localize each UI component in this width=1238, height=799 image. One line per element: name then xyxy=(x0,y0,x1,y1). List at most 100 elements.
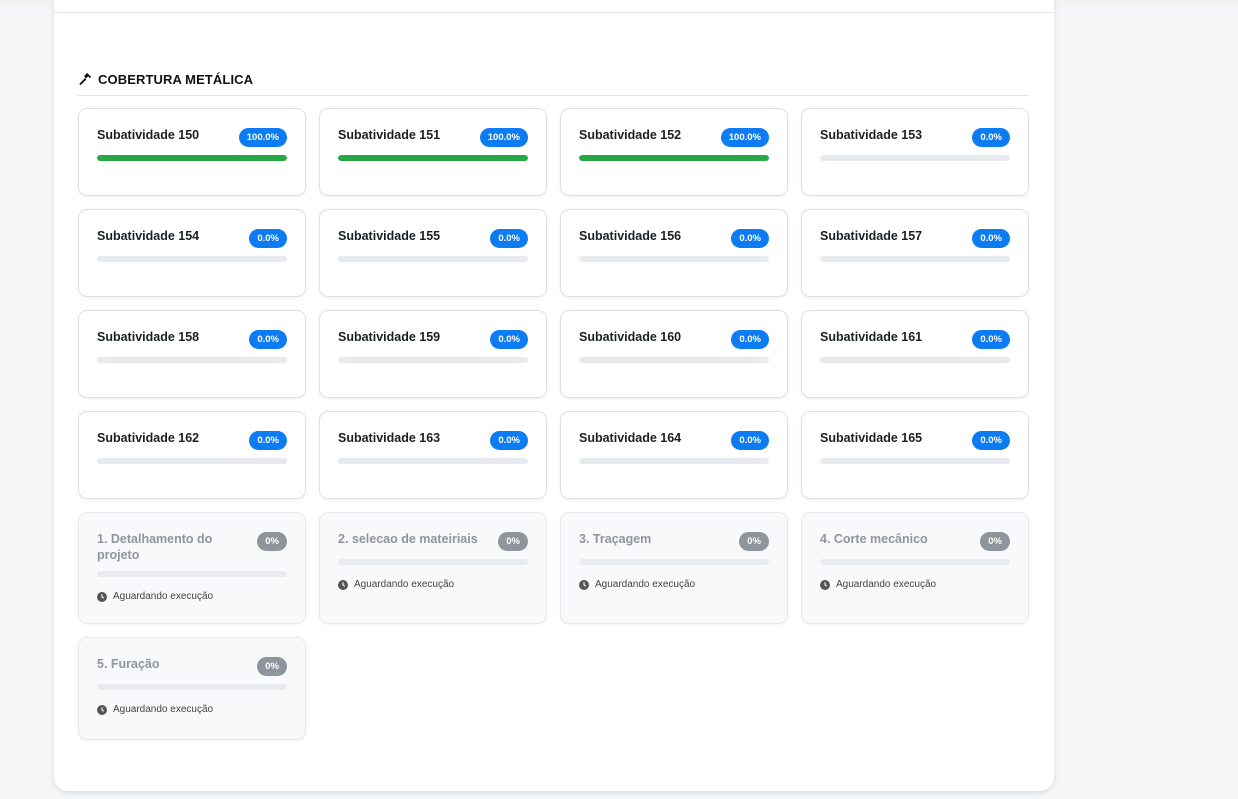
step-card[interactable]: 4. Corte mecânico 0% Aguardando execução xyxy=(801,512,1029,624)
progress-badge: 0.0% xyxy=(972,330,1010,349)
divider xyxy=(54,12,1054,13)
progress-badge: 0.0% xyxy=(731,431,769,450)
clock-icon xyxy=(579,579,589,590)
step-title: 5. Furação xyxy=(97,657,160,671)
progress-bar xyxy=(579,256,769,262)
progress-bar xyxy=(579,559,769,565)
progress-fill xyxy=(338,155,528,161)
card-title: Subatividade 164 xyxy=(579,431,682,445)
step-card[interactable]: 1. Detalhamento do projeto 0% Aguardando e… xyxy=(78,512,306,624)
status-text: Aguardando execução xyxy=(836,579,937,590)
subactivity-card[interactable]: Subatividade 160 0.0% xyxy=(560,310,788,398)
card-title: Subatividade 153 xyxy=(820,128,923,142)
progress-bar xyxy=(97,155,287,161)
status-text: Aguardando execução xyxy=(354,579,455,590)
card-title: Subatividade 151 xyxy=(338,128,441,142)
card-title: Subatividade 158 xyxy=(97,330,200,344)
clock-icon xyxy=(97,591,107,602)
status-row: Aguardando execução xyxy=(820,579,1010,590)
card-title: Subatividade 155 xyxy=(338,229,441,243)
progress-badge: 100.0% xyxy=(720,128,769,147)
card-title: Subatividade 163 xyxy=(338,431,441,445)
progress-badge: 0.0% xyxy=(490,330,528,349)
clock-icon xyxy=(338,579,348,590)
step-badge: 0% xyxy=(980,532,1010,551)
progress-badge: 0.0% xyxy=(731,229,769,248)
progress-fill xyxy=(97,155,287,161)
subactivity-card[interactable]: Subatividade 157 0.0% xyxy=(801,209,1029,297)
status-text: Aguardando execução xyxy=(113,704,214,715)
progress-bar xyxy=(97,458,287,464)
progress-badge: 0.0% xyxy=(249,330,287,349)
subactivity-card[interactable]: Subatividade 162 0.0% xyxy=(78,411,306,499)
card-title: Subatividade 150 xyxy=(97,128,200,142)
card-title: Subatividade 157 xyxy=(820,229,923,243)
subactivity-card[interactable]: Subatividade 153 0.0% xyxy=(801,108,1029,196)
progress-bar xyxy=(97,684,287,690)
progress-bar xyxy=(338,458,528,464)
progress-bar xyxy=(579,357,769,363)
section-title: COBERTURA METÁLICA xyxy=(98,71,254,87)
status-row: Aguardando execução xyxy=(97,704,287,715)
progress-bar xyxy=(579,458,769,464)
section-header: COBERTURA METÁLICA xyxy=(78,69,1030,96)
subactivity-card[interactable]: Subatividade 165 0.0% xyxy=(801,411,1029,499)
subactivity-card[interactable]: Subatividade 154 0.0% xyxy=(78,209,306,297)
subactivity-card[interactable]: Subatividade 164 0.0% xyxy=(560,411,788,499)
progress-badge: 0.0% xyxy=(490,229,528,248)
card-title: Subatividade 160 xyxy=(579,330,682,344)
subactivity-card[interactable]: Subatividade 158 0.0% xyxy=(78,310,306,398)
status-row: Aguardando execução xyxy=(97,591,287,602)
progress-bar xyxy=(820,357,1010,363)
progress-badge: 0.0% xyxy=(972,431,1010,450)
main-panel: COBERTURA METÁLICA Subatividade 150 100.0… xyxy=(54,0,1054,791)
progress-bar xyxy=(820,155,1010,161)
subactivity-card[interactable]: Subatividade 161 0.0% xyxy=(801,310,1029,398)
progress-badge: 100.0% xyxy=(238,128,287,147)
subactivity-card[interactable]: Subatividade 150 100.0% xyxy=(78,108,306,196)
step-card[interactable]: 5. Furação 0% Aguardando execução xyxy=(78,637,306,740)
subactivity-card[interactable]: Subatividade 163 0.0% xyxy=(319,411,547,499)
step-title: 4. Corte mecânico xyxy=(820,532,928,546)
step-card[interactable]: 3. Traçagem 0% Aguardando execução xyxy=(560,512,788,624)
progress-badge: 0.0% xyxy=(249,431,287,450)
step-title: 1. Detalhamento do projeto xyxy=(97,532,213,562)
progress-bar xyxy=(579,155,769,161)
card-title: Subatividade 165 xyxy=(820,431,923,445)
subactivity-card[interactable]: Subatividade 156 0.0% xyxy=(560,209,788,297)
progress-badge: 100.0% xyxy=(479,128,528,147)
progress-bar xyxy=(338,559,528,565)
card-title: Subatividade 154 xyxy=(97,229,200,243)
subactivity-card[interactable]: Subatividade 159 0.0% xyxy=(319,310,547,398)
subactivity-card[interactable]: Subatividade 151 100.0% xyxy=(319,108,547,196)
status-row: Aguardando execução xyxy=(338,579,528,590)
step-badge: 0% xyxy=(498,532,528,551)
subactivity-card[interactable]: Subatividade 152 100.0% xyxy=(560,108,788,196)
progress-fill xyxy=(579,155,769,161)
step-badge: 0% xyxy=(739,532,769,551)
step-title: 3. Traçagem xyxy=(579,532,652,546)
progress-bar xyxy=(820,559,1010,565)
clock-icon xyxy=(97,704,107,715)
progress-bar xyxy=(338,256,528,262)
card-title: Subatividade 159 xyxy=(338,330,441,344)
progress-badge: 0.0% xyxy=(490,431,528,450)
card-title: Subatividade 152 xyxy=(579,128,682,142)
progress-bar xyxy=(820,458,1010,464)
step-badge: 0% xyxy=(257,657,287,676)
card-title: Subatividade 162 xyxy=(97,431,200,445)
progress-badge: 0.0% xyxy=(972,128,1010,147)
status-text: Aguardando execução xyxy=(595,579,696,590)
status-row: Aguardando execução xyxy=(579,579,769,590)
hammer-icon xyxy=(79,72,92,86)
step-badge: 0% xyxy=(257,532,287,551)
card-title: Subatividade 161 xyxy=(820,330,923,344)
step-card[interactable]: 2. selecao de mateiriais 0% Aguardando exe… xyxy=(319,512,547,624)
progress-badge: 0.0% xyxy=(249,229,287,248)
progress-bar xyxy=(97,256,287,262)
progress-bar xyxy=(97,357,287,363)
step-title: 2. selecao de mateiriais xyxy=(338,532,478,546)
progress-bar xyxy=(338,357,528,363)
subactivity-card[interactable]: Subatividade 155 0.0% xyxy=(319,209,547,297)
card-title: Subatividade 156 xyxy=(579,229,682,243)
